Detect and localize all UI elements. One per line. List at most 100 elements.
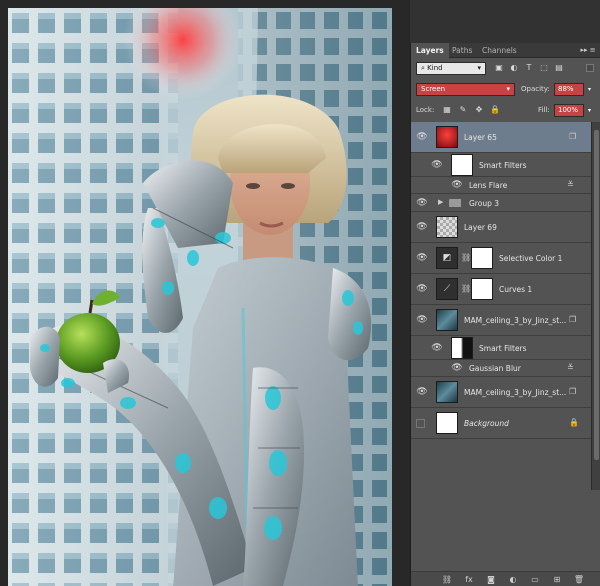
filter-mask-thumbnail	[451, 337, 473, 359]
opacity-label: Opacity:	[521, 85, 550, 93]
filter-options-icon[interactable]: ≚	[567, 363, 574, 372]
curves-adjustment-icon: ⟋	[436, 278, 458, 300]
layer-mask-thumbnail	[471, 247, 493, 269]
smart-object-badge-icon: ❐	[569, 132, 577, 141]
smart-object-badge-icon: ❐	[569, 315, 577, 324]
lock-position-icon[interactable]: ✥	[473, 104, 485, 116]
layers-list: 👁 Layer 65 ❐ 👁 Smart Filters 👁 Lens Flar…	[411, 122, 591, 490]
layer-thumbnail	[436, 309, 458, 331]
blend-mode-value: Screen	[421, 85, 446, 93]
lock-transparency-icon[interactable]: ▦	[441, 104, 453, 116]
layer-name: Lens Flare	[469, 181, 508, 190]
fx-icon[interactable]: fx	[463, 574, 475, 585]
layer-row-background[interactable]: Background 🔒	[411, 408, 591, 439]
new-group-icon[interactable]: ▭	[529, 574, 541, 585]
folder-icon	[449, 199, 461, 207]
lock-all-icon[interactable]: 🔒	[489, 104, 501, 116]
search-icon: ⌕	[421, 64, 425, 72]
layer-name: Selective Color 1	[499, 254, 563, 263]
eye-visibility-icon[interactable]: 👁	[451, 180, 463, 190]
lock-label: Lock:	[416, 106, 435, 114]
layer-name: MAM_ceiling_3_by_Jinz_st...	[464, 316, 567, 325]
tab-channels[interactable]: Channels	[477, 43, 522, 58]
tab-layers[interactable]: Layers	[411, 43, 449, 58]
eye-visibility-icon[interactable]: 👁	[416, 222, 428, 232]
layer-name: Smart Filters	[479, 344, 527, 353]
hidden-visibility-toggle-icon[interactable]	[416, 419, 425, 428]
new-adjustment-icon[interactable]: ◐	[507, 574, 519, 585]
layer-thumbnail	[436, 412, 458, 434]
opacity-slider-arrow-icon[interactable]: ▾	[588, 86, 591, 93]
lock-row: Lock: ▦ ✎ ✥ 🔒 Fill: 100% ▾	[411, 100, 600, 121]
layer-row-mam-ceiling-1[interactable]: 👁 MAM_ceiling_3_by_Jinz_st... ❐	[411, 305, 591, 336]
layer-thumbnail	[436, 126, 458, 148]
filter-toggle-switch[interactable]	[586, 64, 594, 72]
eye-visibility-icon[interactable]: 👁	[416, 198, 428, 208]
smart-filters-row[interactable]: 👁 Smart Filters	[411, 336, 591, 360]
chevron-right-icon[interactable]: ▶	[438, 198, 443, 206]
filter-kind-label: Kind	[427, 64, 443, 72]
fill-input[interactable]: 100%	[554, 104, 584, 117]
filter-mask-thumbnail	[451, 154, 473, 176]
eye-visibility-icon[interactable]: 👁	[416, 387, 428, 397]
layers-bottom-bar: ⛓ fx ◙ ◐ ▭ ⊞ 🗑	[411, 571, 600, 586]
composite-artwork	[8, 8, 392, 586]
eye-visibility-icon[interactable]: 👁	[416, 132, 428, 142]
blend-mode-select[interactable]: Screen ▾	[416, 83, 515, 96]
add-mask-icon[interactable]: ◙	[485, 574, 497, 585]
smart-object-badge-icon: ❐	[569, 387, 577, 396]
selective-color-adjustment-icon: ◩	[436, 247, 458, 269]
tab-paths[interactable]: Paths	[447, 43, 477, 58]
smart-object-filter-icon[interactable]: ▤	[553, 62, 565, 74]
layer-name: Layer 69	[464, 223, 497, 232]
smart-filters-row[interactable]: 👁 Smart Filters	[411, 153, 591, 177]
eye-visibility-icon[interactable]: 👁	[431, 343, 443, 353]
layer-name: Layer 65	[464, 133, 497, 142]
pixel-filter-icon[interactable]: ▣	[493, 62, 505, 74]
panel-menu-icon[interactable]: ▸▸ ≡	[578, 43, 598, 58]
eye-visibility-icon[interactable]: 👁	[451, 363, 463, 373]
opacity-value: 88%	[558, 85, 574, 93]
layer-row-mam-ceiling-2[interactable]: 👁 MAM_ceiling_3_by_Jinz_st... ❐	[411, 377, 591, 408]
opacity-input[interactable]: 88%	[554, 83, 584, 96]
fill-slider-arrow-icon[interactable]: ▾	[588, 107, 591, 114]
filter-options-icon[interactable]: ≚	[567, 180, 574, 189]
layer-row-layer-65[interactable]: 👁 Layer 65 ❐	[411, 122, 591, 153]
layers-scrollbar[interactable]	[591, 122, 600, 490]
fill-label: Fill:	[538, 106, 550, 114]
link-layers-icon[interactable]: ⛓	[441, 574, 453, 585]
eye-visibility-icon[interactable]: 👁	[416, 284, 428, 294]
scrollbar-thumb[interactable]	[594, 130, 599, 460]
filter-kind-select[interactable]: ⌕ Kind ▾	[416, 62, 486, 75]
type-filter-icon[interactable]: T	[523, 62, 535, 74]
eye-visibility-icon[interactable]: 👁	[431, 160, 443, 170]
document-canvas-area[interactable]	[0, 0, 410, 586]
filter-row-lens-flare[interactable]: 👁 Lens Flare ≚	[411, 177, 591, 194]
adjustment-filter-icon[interactable]: ◐	[508, 62, 520, 74]
new-layer-icon[interactable]: ⊞	[551, 574, 563, 585]
layers-panel: Layers Paths Channels ▸▸ ≡ ⌕ Kind ▾ ▣ ◐ …	[410, 43, 600, 586]
layer-thumbnail	[436, 381, 458, 403]
lock-pixels-icon[interactable]: ✎	[457, 104, 469, 116]
layer-name: Background	[464, 419, 509, 428]
layer-row-group-3[interactable]: 👁 ▶ Group 3	[411, 194, 591, 212]
chain-link-icon[interactable]: ⛓	[461, 253, 471, 262]
fill-value: 100%	[558, 106, 579, 114]
layer-filter-row: ⌕ Kind ▾ ▣ ◐ T ⬚ ▤	[411, 58, 600, 79]
panel-tab-bar: Layers Paths Channels ▸▸ ≡	[411, 43, 600, 58]
chevron-down-icon: ▾	[477, 64, 481, 72]
layer-row-layer-69[interactable]: 👁 Layer 69	[411, 212, 591, 243]
layer-mask-thumbnail	[471, 278, 493, 300]
filter-row-gaussian-blur[interactable]: 👁 Gaussian Blur ≚	[411, 360, 591, 377]
eye-visibility-icon[interactable]: 👁	[416, 253, 428, 263]
layer-name: Gaussian Blur	[469, 364, 521, 373]
layer-row-curves-1[interactable]: 👁 ⟋ ⛓ Curves 1	[411, 274, 591, 305]
trash-icon[interactable]: 🗑	[573, 574, 585, 585]
chain-link-icon[interactable]: ⛓	[461, 284, 471, 293]
lock-icon: 🔒	[569, 418, 579, 427]
shape-filter-icon[interactable]: ⬚	[538, 62, 550, 74]
layer-name: Curves 1	[499, 285, 533, 294]
canvas-image[interactable]	[8, 8, 392, 586]
layer-row-selective-color-1[interactable]: 👁 ◩ ⛓ Selective Color 1	[411, 243, 591, 274]
eye-visibility-icon[interactable]: 👁	[416, 315, 428, 325]
